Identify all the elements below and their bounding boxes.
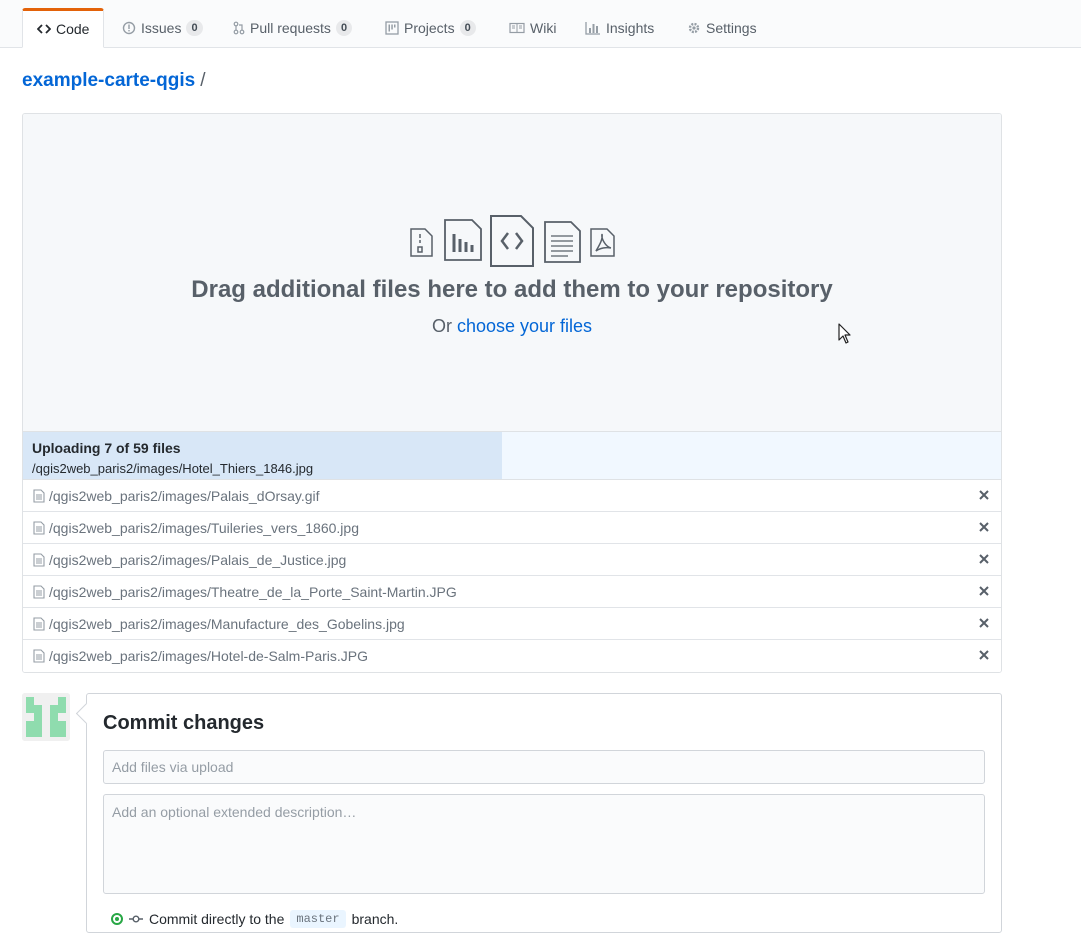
drag-instructions: Drag additional files here to add them t… — [191, 276, 833, 303]
close-icon — [979, 522, 989, 532]
close-icon — [979, 586, 989, 596]
remove-file-button[interactable] — [977, 584, 991, 598]
upload-status: Uploading 7 of 59 files — [32, 440, 181, 456]
file-name: /qgis2web_paris2/images/Hotel-de-Salm-Pa… — [49, 648, 369, 664]
tab-issues-label: Issues — [141, 19, 182, 36]
pull-request-icon — [233, 21, 245, 35]
upload-dropzone[interactable]: Drag additional files here to add them t… — [22, 113, 1002, 673]
file-name: /qgis2web_paris2/images/Tuileries_vers_1… — [49, 519, 359, 536]
issue-icon — [122, 21, 136, 35]
choose-files-link[interactable]: choose your files — [457, 316, 592, 336]
file-icon — [33, 584, 45, 599]
projects-count: 0 — [459, 19, 476, 36]
commit-direct-radio[interactable] — [111, 913, 123, 925]
commit-direct-option[interactable]: Commit directly to the master branch. — [111, 910, 398, 928]
tab-wiki-label: Wiki — [530, 19, 557, 36]
commit-title: Commit changes — [103, 712, 265, 734]
graph-icon — [585, 21, 601, 35]
git-commit-icon — [129, 911, 143, 927]
file-row: /qgis2web_paris2/images/Manufacture_des_… — [23, 608, 1001, 640]
tab-insights[interactable]: Insights — [585, 8, 654, 47]
file-icon — [33, 616, 45, 631]
close-icon — [979, 554, 989, 564]
tab-issues[interactable]: Issues 0 — [122, 8, 203, 47]
tab-projects[interactable]: Projects 0 — [385, 8, 476, 47]
book-icon — [509, 22, 525, 34]
zip-file-icon — [410, 228, 433, 257]
commit-option-prefix: Commit directly to the — [149, 911, 285, 927]
chart-file-icon — [444, 219, 482, 261]
remove-file-button[interactable] — [977, 616, 991, 630]
remove-file-button[interactable] — [977, 648, 991, 662]
breadcrumb: example-carte-qgis / — [22, 70, 205, 92]
close-icon — [979, 650, 989, 660]
tab-code-label: Code — [56, 21, 90, 37]
choose-files-line: Or choose your files — [23, 316, 1001, 337]
file-row: /qgis2web_paris2/images/Tuileries_vers_1… — [23, 512, 1001, 544]
drop-area[interactable]: Drag additional files here to add them t… — [23, 114, 1001, 431]
file-name: /qgis2web_paris2/images/Palais_de_Justic… — [49, 551, 347, 568]
remove-file-button[interactable] — [977, 552, 991, 566]
pull-requests-count: 0 — [335, 19, 353, 36]
identicon-avatar — [22, 693, 70, 741]
file-name: /qgis2web_paris2/images/Theatre_de_la_Po… — [49, 583, 457, 600]
tab-wiki[interactable]: Wiki — [509, 8, 556, 47]
repo-link[interactable]: example-carte-qgis — [22, 70, 195, 91]
breadcrumb-separator: / — [200, 70, 206, 91]
upload-current-file: /qgis2web_paris2/images/Hotel_Thiers_184… — [32, 461, 314, 476]
tab-pull-requests-label: Pull requests — [250, 19, 331, 36]
file-icon — [33, 488, 45, 503]
file-name: /qgis2web_paris2/images/Palais_dOrsay.gi… — [49, 487, 320, 504]
text-file-icon — [544, 221, 581, 263]
code-file-icon — [490, 215, 534, 267]
tab-projects-label: Projects — [404, 19, 455, 36]
commit-option-suffix: branch. — [351, 911, 399, 927]
commit-summary-input[interactable] — [103, 750, 985, 784]
close-icon — [979, 618, 989, 628]
project-icon — [385, 20, 399, 35]
upload-progress: Uploading 7 of 59 files /qgis2web_paris2… — [23, 431, 1001, 480]
file-icon — [33, 520, 45, 535]
avatar — [22, 693, 70, 741]
remove-file-button[interactable] — [977, 488, 991, 502]
issues-count: 0 — [186, 19, 203, 36]
repo-nav: Code Issues 0 Pull requests 0 Projects 0… — [0, 3, 1081, 48]
file-row: /qgis2web_paris2/images/Hotel-de-Salm-Pa… — [23, 640, 1001, 672]
file-row: /qgis2web_paris2/images/Theatre_de_la_Po… — [23, 576, 1001, 608]
tab-code[interactable]: Code — [22, 8, 105, 48]
mouse-cursor-icon — [838, 323, 852, 348]
file-row: /qgis2web_paris2/images/Palais_de_Justic… — [23, 544, 1001, 576]
file-icons-graphic — [410, 215, 615, 267]
close-icon — [979, 490, 989, 500]
tab-pull-requests[interactable]: Pull requests 0 — [233, 8, 353, 47]
tab-insights-label: Insights — [606, 19, 655, 36]
code-icon — [37, 23, 51, 35]
tab-settings-label: Settings — [706, 19, 757, 36]
branch-name: master — [290, 910, 346, 928]
pdf-file-icon — [590, 228, 615, 257]
gear-icon — [687, 21, 701, 35]
file-icon — [33, 552, 45, 567]
commit-form: Commit changes Commit directly to the ma… — [75, 693, 1002, 933]
file-icon — [33, 649, 45, 663]
file-type-icons — [408, 214, 618, 269]
commit-box-pointer — [75, 702, 98, 725]
remove-file-button[interactable] — [977, 520, 991, 534]
tab-settings[interactable]: Settings — [687, 8, 757, 47]
or-text: Or — [431, 316, 452, 336]
commit-description-input[interactable] — [103, 794, 985, 894]
file-name: /qgis2web_paris2/images/Manufacture_des_… — [49, 615, 405, 632]
file-row: /qgis2web_paris2/images/Palais_dOrsay.gi… — [23, 480, 1001, 512]
